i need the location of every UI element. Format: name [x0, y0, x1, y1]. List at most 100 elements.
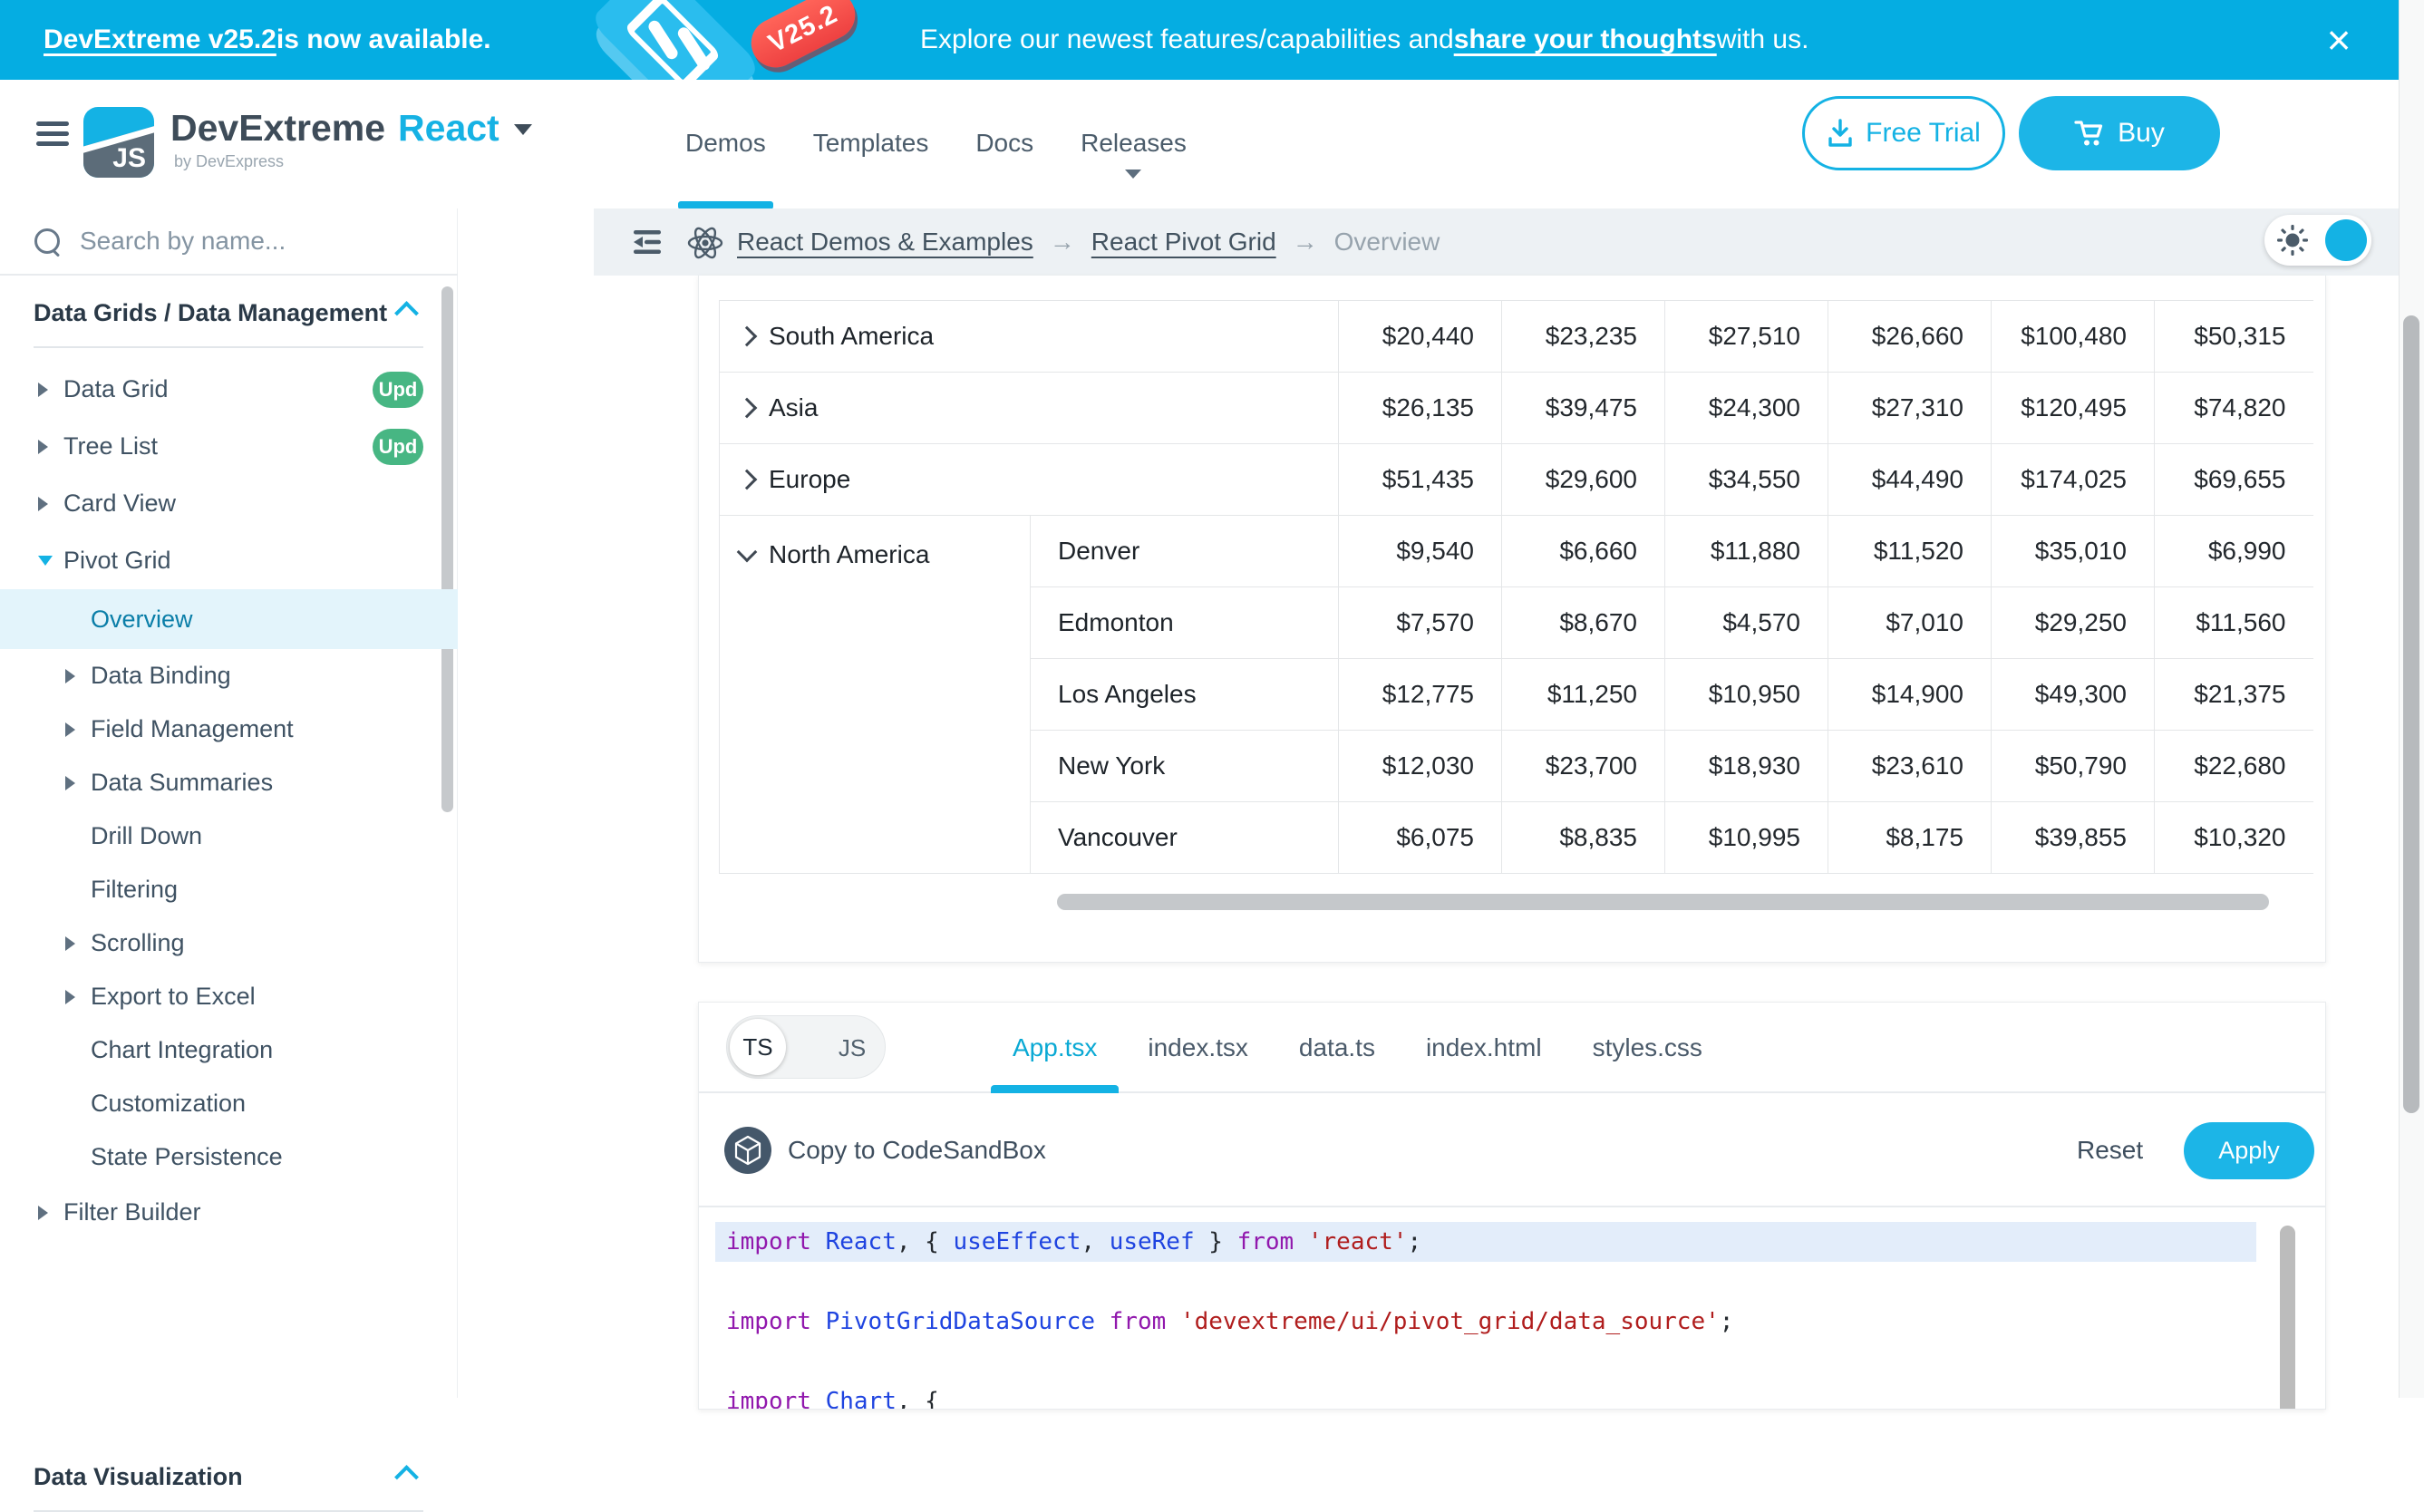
breadcrumb-link[interactable]: React Demos & Examples [737, 228, 1033, 257]
devextreme-box-graphic: V25.2 [544, 0, 907, 80]
search-input[interactable]: Search by name... [0, 208, 458, 276]
pivot-value-cell: $23,610 [1828, 731, 1992, 802]
sidebar-item-card-view[interactable]: Card View [0, 475, 458, 532]
sidebar-item-tree-list[interactable]: Tree ListUpd [0, 418, 458, 475]
sidebar-item-customization[interactable]: Customization [0, 1077, 458, 1130]
pivot-value-cell: $10,995 [1665, 802, 1828, 874]
tab-app-tsx[interactable]: App.tsx [989, 1003, 1120, 1093]
nav-templates[interactable]: Templates [810, 128, 933, 159]
sidebar-item-label: Data Grid [63, 375, 169, 403]
share-thoughts-link[interactable]: share your thoughts [1454, 24, 1717, 55]
chevron-right-icon [65, 776, 75, 790]
pivot-row-header-content: South America [740, 322, 1337, 351]
sidebar-item-drill-down[interactable]: Drill Down [0, 809, 458, 863]
section-title-data-grids[interactable]: Data Grids / Data Management [34, 299, 387, 327]
sidebar-item-field-management[interactable]: Field Management [0, 703, 458, 756]
collapse-sidebar-icon[interactable] [630, 228, 664, 261]
pivot-value-cell: $26,135 [1339, 373, 1502, 444]
buy-button[interactable]: Buy [2019, 96, 2220, 170]
brand-subtitle: by DevExpress [174, 152, 284, 171]
code-token: ; [1720, 1308, 1734, 1335]
page-scrollbar[interactable] [2399, 0, 2424, 1398]
language-option-js[interactable]: JS [823, 1016, 881, 1080]
chevron-down-icon [1125, 170, 1141, 179]
pivot-value-cell: $6,075 [1339, 802, 1502, 874]
close-icon[interactable]: × [2312, 0, 2366, 80]
sidebar-item-overview[interactable]: Overview [0, 589, 458, 649]
pivot-value-cell: $120,495 [1992, 373, 2155, 444]
code-token: ; [1407, 1228, 1421, 1255]
chevron-right-icon [38, 440, 48, 454]
tab-index-html[interactable]: index.html [1402, 1003, 1566, 1093]
reset-button[interactable]: Reset [2077, 1093, 2143, 1207]
version-link[interactable]: DevExtreme v25.2 [44, 24, 276, 55]
brand-title[interactable]: DevExtreme React [170, 107, 532, 150]
sidebar-item-filter-builder[interactable]: Filter Builder [0, 1184, 458, 1241]
devextreme-logo[interactable]: JS [83, 107, 154, 178]
breadcrumb-separator: → [1293, 228, 1318, 257]
code-token: PivotGridDataSource [826, 1308, 1095, 1335]
search-placeholder: Search by name... [80, 227, 286, 256]
region-label: Europe [769, 465, 850, 494]
sidebar-item-chart-integration[interactable]: Chart Integration [0, 1023, 458, 1077]
pivot-city-header[interactable]: Los Angeles [1031, 659, 1339, 731]
sidebar-item-data-binding[interactable]: Data Binding [0, 649, 458, 703]
apply-button[interactable]: Apply [2184, 1122, 2314, 1179]
announcement-banner: DevExtreme v25.2 is now available. V25.2… [0, 0, 2399, 80]
nav-docs[interactable]: Docs [972, 128, 1037, 159]
sidebar-item-filtering[interactable]: Filtering [0, 863, 458, 916]
chevron-up-icon[interactable] [394, 301, 419, 325]
pivot-city-header[interactable]: Vancouver [1031, 802, 1339, 874]
theme-toggle-knob[interactable] [2325, 219, 2367, 261]
code-editor[interactable]: import React, { useEffect, useRef } from… [715, 1207, 2256, 1409]
pivot-city-header[interactable]: New York [1031, 731, 1339, 802]
collapse-chevron-icon[interactable] [737, 542, 758, 563]
page-scrollbar-thumb[interactable] [2403, 315, 2419, 1113]
free-trial-button[interactable]: Free Trial [1802, 96, 2005, 170]
expand-chevron-icon[interactable] [737, 398, 758, 419]
pivot-horizontal-scrollbar[interactable] [1057, 894, 2269, 910]
nav-releases[interactable]: Releases [1077, 128, 1190, 159]
pivot-row-header[interactable]: Asia [720, 373, 1339, 444]
sidebar-item-label: Export to Excel [91, 983, 256, 1011]
tab-data-ts[interactable]: data.ts [1275, 1003, 1399, 1093]
sidebar-item-label: Data Summaries [91, 769, 273, 797]
pivot-value-cell: $26,660 [1828, 301, 1992, 373]
sidebar-item-label: Data Binding [91, 662, 231, 690]
code-token [1294, 1228, 1308, 1255]
pivot-value-cell: $23,700 [1502, 731, 1665, 802]
pivot-value-cell: $11,250 [1502, 659, 1665, 731]
pivot-value-cell: $22,680 [2155, 731, 2313, 802]
hamburger-menu-icon[interactable] [36, 121, 69, 147]
sidebar-item-data-grid[interactable]: Data GridUpd [0, 361, 458, 418]
pivot-row-header[interactable]: North America [720, 516, 1031, 874]
pivot-row-header[interactable]: Europe [720, 444, 1339, 516]
banner-message: Explore our newest features/capabilities… [920, 0, 1808, 80]
code-scrollbar-thumb[interactable] [2280, 1226, 2295, 1410]
breadcrumb-link[interactable]: React Pivot Grid [1091, 228, 1276, 257]
code-token: React [826, 1228, 897, 1255]
sidebar-item-scrolling[interactable]: Scrolling [0, 916, 458, 970]
sidebar-item-data-summaries[interactable]: Data Summaries [0, 756, 458, 809]
sidebar-item-export-to-excel[interactable]: Export to Excel [0, 970, 458, 1023]
expand-chevron-icon[interactable] [737, 470, 758, 490]
language-toggle[interactable]: TS JS [726, 1015, 886, 1079]
sidebar-item-pivot-grid[interactable]: Pivot Grid [0, 532, 458, 589]
language-toggle-knob[interactable]: TS [730, 1019, 786, 1075]
nav-demos[interactable]: Demos [682, 128, 770, 159]
expand-chevron-icon[interactable] [737, 326, 758, 347]
sidebar-item-state-persistence[interactable]: State Persistence [0, 1130, 458, 1184]
section-title-data-visualization[interactable]: Data Visualization [34, 1463, 243, 1491]
chevron-up-icon[interactable] [394, 1465, 419, 1489]
tab-styles-css[interactable]: styles.css [1569, 1003, 1726, 1093]
pivot-city-header[interactable]: Edmonton [1031, 587, 1339, 659]
copy-to-codesandbox-button[interactable]: Copy to CodeSandBox [724, 1093, 1046, 1207]
pivot-value-cell: $23,235 [1502, 301, 1665, 373]
tab-index-tsx[interactable]: index.tsx [1124, 1003, 1272, 1093]
chevron-right-icon [65, 936, 75, 951]
chevron-right-icon [38, 383, 48, 397]
pivot-city-header[interactable]: Denver [1031, 516, 1339, 587]
theme-toggle[interactable] [2264, 215, 2371, 266]
pivot-value-cell: $29,250 [1992, 587, 2155, 659]
pivot-row-header[interactable]: South America [720, 301, 1339, 373]
